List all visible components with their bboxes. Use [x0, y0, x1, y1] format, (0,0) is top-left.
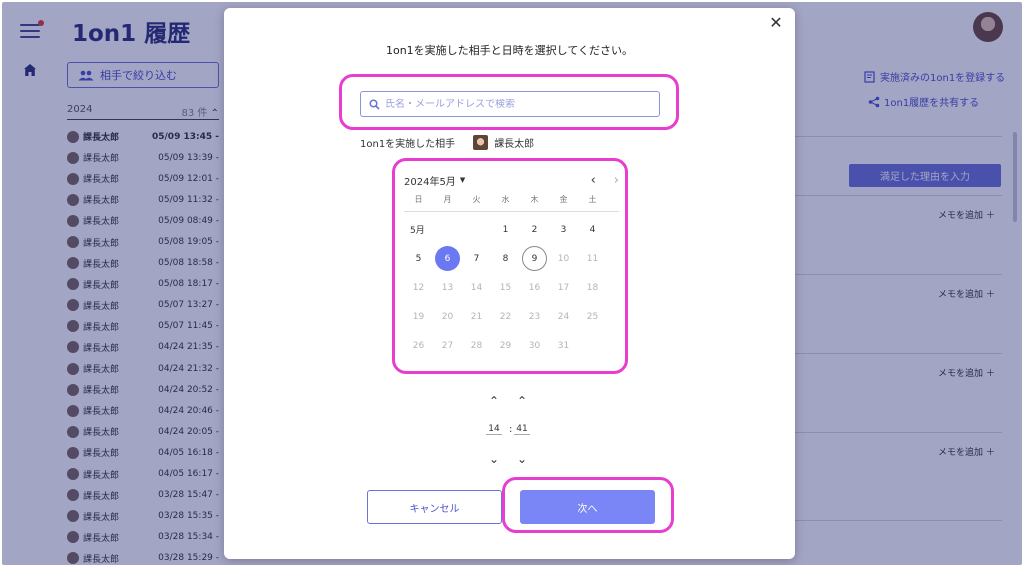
- hour-up-icon[interactable]: ⌃: [487, 394, 501, 408]
- app-window: 1on1 履歴 相手で絞り込む 2024 83 件 ⌃ 課長太郎 05/09 13…: [2, 2, 1022, 565]
- partner-search-field[interactable]: [360, 91, 660, 117]
- calendar-empty-cell: [462, 215, 491, 244]
- calendar-day[interactable]: 1: [491, 215, 520, 244]
- calendar-day: 24: [557, 311, 570, 322]
- time-separator: :: [509, 424, 513, 435]
- partner-avatar: [473, 135, 489, 150]
- weekday-label: 水: [501, 195, 510, 204]
- calendar-day: 29: [499, 340, 512, 351]
- calendar-day: 13: [441, 282, 454, 293]
- weekday-label: 土: [588, 195, 597, 204]
- calendar-day: 15: [499, 282, 512, 293]
- calendar-empty-cell: [578, 331, 607, 360]
- calendar-day[interactable]: 8: [491, 244, 520, 273]
- calendar-day: 30: [528, 340, 541, 351]
- minute-value[interactable]: 41: [514, 424, 530, 435]
- search-icon: [369, 98, 380, 110]
- calendar-day: 19: [412, 311, 425, 322]
- calendar-day[interactable]: 7: [462, 244, 491, 273]
- calendar-day: 26: [412, 340, 425, 351]
- calendar-day: 14: [470, 282, 483, 293]
- weekday-label: 月: [443, 195, 452, 204]
- calendar-day: 17: [557, 282, 570, 293]
- calendar-day: 10: [557, 253, 570, 264]
- calendar-day[interactable]: 9: [520, 244, 549, 273]
- calendar-day: 20: [441, 311, 454, 322]
- weekday-label: 金: [559, 195, 568, 204]
- calendar-day: 27: [441, 340, 454, 351]
- partner-label: 1on1を実施した相手: [360, 139, 456, 150]
- calendar-day: 23: [528, 311, 541, 322]
- calendar-day[interactable]: 2: [520, 215, 549, 244]
- date-picker: 2024年5月 ▼ ‹ › 日月火水木金土 5月 1 2 3 4 5 6 7 8 9 10 11 12 1…: [404, 171, 619, 360]
- chevron-left-icon[interactable]: ‹: [591, 173, 596, 188]
- chevron-right-icon[interactable]: ›: [614, 173, 619, 188]
- calendar-day: 25: [586, 311, 599, 322]
- dialog-title: 1on1を実施した相手と日時を選択してください。: [385, 44, 634, 57]
- cancel-button[interactable]: キャンセル: [367, 490, 502, 524]
- calendar-day[interactable]: 3: [549, 215, 578, 244]
- calendar-day: 11: [586, 253, 599, 264]
- calendar-header: 2024年5月 ▼ ‹ ›: [404, 171, 619, 189]
- calendar-day: 12: [412, 282, 425, 293]
- calendar-day: 21: [470, 311, 483, 322]
- calendar-day[interactable]: 4: [578, 215, 607, 244]
- calendar-day: 31: [557, 340, 570, 351]
- caret-down-icon: ▼: [459, 176, 466, 184]
- calendar-day[interactable]: 5: [404, 244, 433, 273]
- calendar-month-label: 5月: [410, 226, 425, 236]
- calendar-day: 28: [470, 340, 483, 351]
- weekday-label: 火: [472, 195, 481, 204]
- selected-partner-row: 1on1を実施した相手 課長太郎: [360, 135, 534, 150]
- next-button[interactable]: 次へ: [520, 490, 655, 524]
- month-select[interactable]: 2024年5月 ▼: [404, 173, 465, 188]
- calendar-days: 5月 1 2 3 4 5 6 7 8 9 10 11 12 13 14 15 16 17 18 19 20 21 22 23 2…: [404, 215, 619, 360]
- minute-up-icon[interactable]: ⌃: [515, 394, 529, 408]
- close-icon[interactable]: ✕: [767, 14, 785, 32]
- weekday-label: 木: [530, 195, 539, 204]
- calendar-day: 16: [528, 282, 541, 293]
- hour-down-icon[interactable]: ⌄: [487, 452, 501, 466]
- calendar-day[interactable]: 6: [433, 244, 462, 273]
- weekday-header: 日月火水木金土: [404, 194, 619, 212]
- select-partner-datetime-dialog: ✕ 1on1を実施した相手と日時を選択してください。 1on1を実施した相手 課…: [224, 8, 795, 559]
- calendar-day: 18: [586, 282, 599, 293]
- calendar-day: 22: [499, 311, 512, 322]
- minute-down-icon[interactable]: ⌄: [515, 452, 529, 466]
- calendar-empty-cell: [433, 215, 462, 244]
- search-input[interactable]: [385, 98, 645, 110]
- weekday-label: 日: [414, 195, 423, 204]
- hour-value[interactable]: 14: [486, 424, 502, 435]
- partner-name: 課長太郎: [494, 139, 535, 150]
- time-picker: ⌃ ⌃ 14 : 41 ⌄ ⌄: [486, 394, 536, 470]
